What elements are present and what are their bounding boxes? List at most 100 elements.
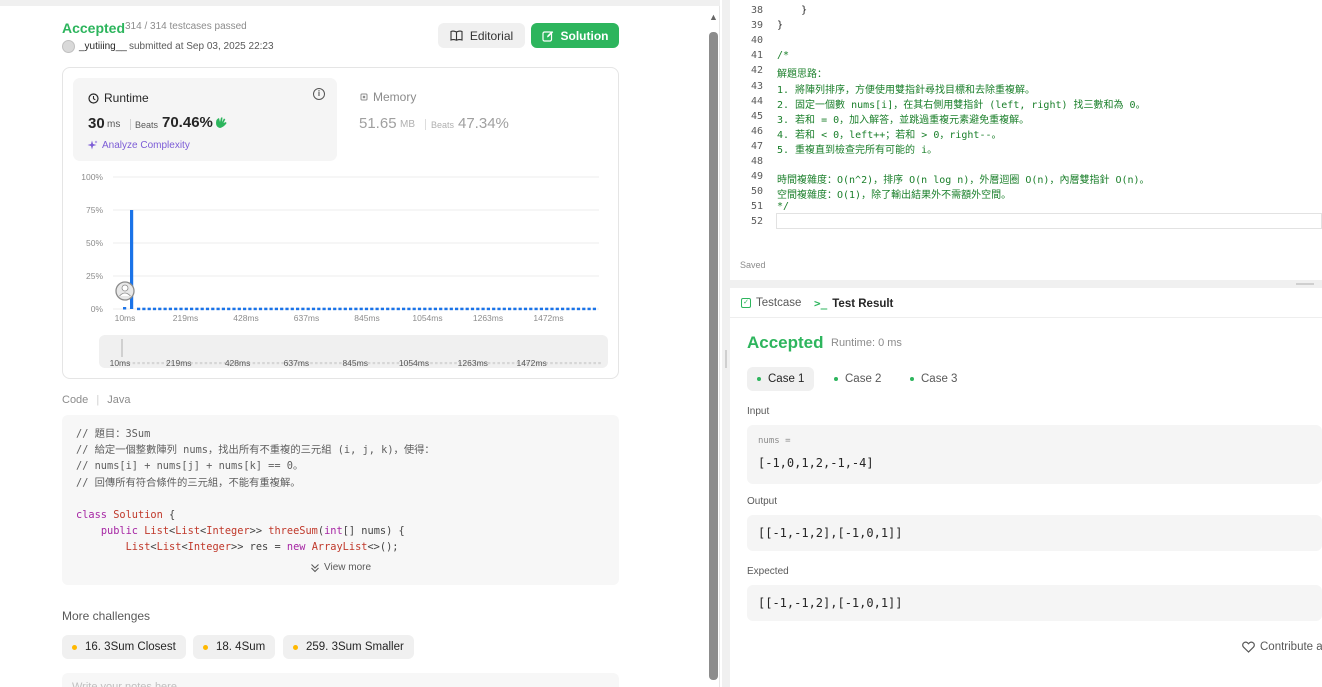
chart-bar[interactable] <box>221 307 225 311</box>
expected-box[interactable]: [[-1,-1,2],[-1,0,1]] <box>747 585 1322 621</box>
chart-bar[interactable] <box>174 307 178 311</box>
chart-bar[interactable] <box>555 307 559 311</box>
chart-bar[interactable] <box>449 307 453 311</box>
chart-bar[interactable] <box>258 307 263 311</box>
chart-bar[interactable] <box>444 307 448 311</box>
tab-test-result[interactable]: >_ Test Result <box>814 297 893 310</box>
chart-bar[interactable] <box>396 307 400 311</box>
chart-bar[interactable] <box>492 307 496 311</box>
chart-bar[interactable] <box>470 307 475 311</box>
editor-line[interactable]: /* <box>777 50 789 61</box>
case-tab-2[interactable]: Case 2 <box>824 367 891 391</box>
chart-bar[interactable] <box>550 307 554 311</box>
chart-bar[interactable] <box>216 307 220 311</box>
chart-bar[interactable] <box>158 307 162 311</box>
runtime-distribution-chart[interactable]: 100% 75% 50% 25% 0% 10ms 219ms 428ms 637ms 845ms… <box>63 168 620 328</box>
chart-bar[interactable] <box>211 307 215 311</box>
chart-bar[interactable] <box>460 307 464 311</box>
chart-bar[interactable] <box>513 307 517 311</box>
chart-bar[interactable] <box>349 307 353 311</box>
input-box[interactable]: nums = [-1,0,1,2,-1,-4] <box>747 425 1322 484</box>
chart-bar[interactable] <box>455 307 459 311</box>
chart-bar[interactable] <box>486 307 490 311</box>
chart-bar[interactable] <box>433 307 437 311</box>
chart-bar[interactable] <box>168 307 172 311</box>
chart-bar[interactable] <box>301 307 305 311</box>
chart-bar[interactable] <box>386 307 390 311</box>
tab-testcase[interactable]: ✓ Testcase <box>741 297 801 309</box>
chart-bar[interactable] <box>296 307 300 311</box>
chart-bar[interactable] <box>269 307 273 311</box>
chart-bar[interactable] <box>592 307 596 311</box>
chart-bar[interactable] <box>412 307 416 311</box>
range-handle-left[interactable] <box>121 339 123 357</box>
output-box[interactable]: [[-1,-1,2],[-1,0,1]] <box>747 515 1322 551</box>
chart-bar[interactable] <box>529 307 533 311</box>
editor-line[interactable]: 2. 固定一個數 nums[i]，在其右側用雙指針 (left, right) … <box>777 96 1146 111</box>
editorial-button[interactable]: Editorial <box>438 23 525 48</box>
submitted-code[interactable]: // 題目：3Sum // 給定一個整數陣列 nums，找出所有不重複的三元組 … <box>62 415 619 585</box>
chart-bar[interactable] <box>227 307 231 311</box>
panel-resizer-horizontal[interactable] <box>730 280 1322 288</box>
range-slider[interactable]: 10ms 219ms 428ms 637ms 845ms 1054ms 1263ms 1472… <box>99 335 608 368</box>
chart-bar[interactable] <box>123 307 127 310</box>
editor-line[interactable]: 空間複雜度：O(1)，除了輸出結果外不需額外空間。 <box>777 186 1011 201</box>
chart-bar[interactable] <box>545 307 549 311</box>
chart-bar[interactable] <box>359 307 363 311</box>
chart-bar[interactable] <box>248 307 252 311</box>
editor-line[interactable]: 3. 若和 = 0，加入解答，並跳過重複元素避免重複解。 <box>777 111 1029 126</box>
editor-line[interactable]: 5. 重複直到檢查完所有可能的 i。 <box>777 141 937 156</box>
chart-bar[interactable] <box>465 307 469 311</box>
scrollbar-thumb[interactable] <box>709 32 718 680</box>
scroll-up-icon[interactable]: ▲ <box>709 12 718 22</box>
chart-bar[interactable] <box>184 307 188 311</box>
challenge-chip[interactable]: 259. 3Sum Smaller <box>283 635 414 659</box>
chart-bar[interactable] <box>205 307 210 311</box>
chart-bar[interactable] <box>274 307 278 311</box>
chart-bar[interactable] <box>423 307 427 311</box>
chart-bar[interactable] <box>354 307 358 311</box>
chart-bar[interactable] <box>280 307 284 311</box>
chart-bar[interactable] <box>253 307 257 311</box>
username-link[interactable]: _yutiiing__ <box>79 41 127 52</box>
chart-bar[interactable] <box>163 307 167 311</box>
editor-line[interactable]: } <box>777 20 783 31</box>
chart-bar[interactable] <box>566 307 570 311</box>
chart-bar[interactable] <box>264 307 268 311</box>
chart-bar[interactable] <box>476 307 480 311</box>
runtime-card[interactable]: Runtime i 30 ms Beats 70.46% Analyze Com… <box>73 78 337 161</box>
chart-bar[interactable] <box>508 307 512 311</box>
chart-bar[interactable] <box>439 307 443 311</box>
memory-title[interactable]: Memory <box>359 90 416 104</box>
editor-line[interactable]: 1. 將陣列排序，方便使用雙指針尋找目標和去除重複解。 <box>777 81 1035 96</box>
editor-line[interactable]: 時間複雜度：O(n^2)，排序 O(n log n)，外層迴圈 O(n)，內層雙… <box>777 171 1150 186</box>
panel-resizer[interactable] <box>722 0 730 687</box>
info-icon[interactable]: i <box>313 88 325 100</box>
code-editor[interactable]: 38 } 39} 40 41 /* 42 解題思路： 43 1. 將陣列排序，方便使用雙指針尋找… <box>730 0 1322 278</box>
chart-bar[interactable] <box>237 307 241 311</box>
chart-bar[interactable] <box>391 307 395 311</box>
editor-line[interactable]: 4. 若和 < 0，left++；若和 > 0，right--。 <box>777 126 1002 141</box>
chart-bar[interactable] <box>370 307 374 311</box>
chart-bar[interactable] <box>317 307 321 311</box>
chart-bar[interactable] <box>200 307 204 311</box>
chart-bar[interactable] <box>333 307 337 311</box>
notes-input[interactable]: Write your notes here <box>62 673 619 687</box>
chart-bar[interactable] <box>306 307 310 311</box>
chart-bar[interactable] <box>428 307 432 311</box>
challenge-chip[interactable]: 18. 4Sum <box>193 635 276 659</box>
chart-bar[interactable] <box>582 307 586 311</box>
chart-bar[interactable] <box>534 307 538 311</box>
chart-bar[interactable] <box>539 307 543 311</box>
editor-line[interactable]: */ <box>777 201 789 212</box>
view-more-button[interactable]: View more <box>310 562 371 573</box>
editor-line[interactable]: } <box>777 5 807 16</box>
scrollbar[interactable]: ▲ <box>708 10 718 680</box>
chart-bar[interactable] <box>243 307 247 311</box>
chart-bar[interactable] <box>407 307 411 311</box>
chart-bar[interactable] <box>311 307 316 311</box>
chart-bar[interactable] <box>417 307 422 311</box>
chart-bar[interactable] <box>322 307 326 311</box>
chart-bar[interactable] <box>285 307 289 311</box>
chart-bar[interactable] <box>497 307 501 311</box>
